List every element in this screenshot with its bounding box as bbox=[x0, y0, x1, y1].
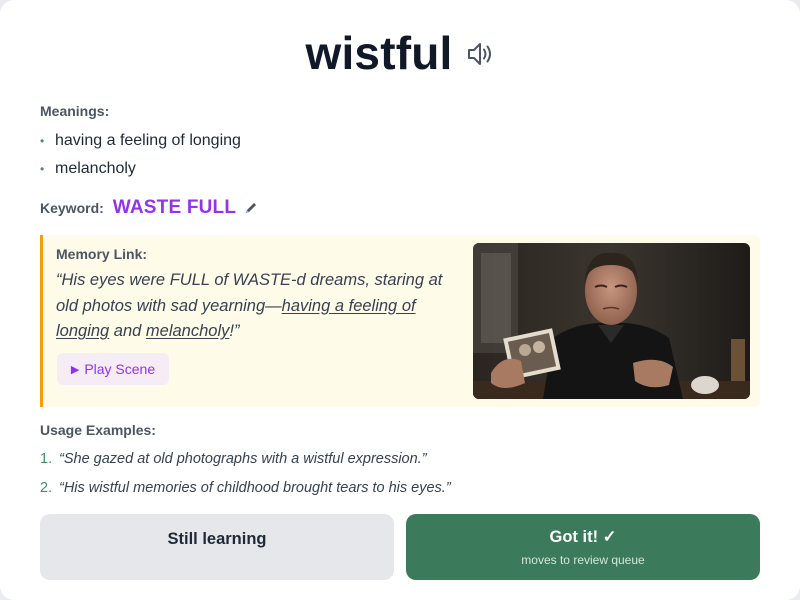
example-text: “She gazed at old photographs with a wis… bbox=[59, 451, 427, 467]
meanings-label: Meanings: bbox=[40, 103, 110, 119]
keyword-row: Keyword: WASTE FULL bbox=[40, 197, 258, 219]
memory-scene-image bbox=[473, 243, 750, 399]
keyword-value: WASTE FULL bbox=[112, 197, 237, 218]
got-it-button[interactable]: Got it! ✓ moves to review queue bbox=[406, 514, 760, 580]
pencil-icon[interactable] bbox=[244, 201, 258, 215]
memory-link-label: Memory Link: bbox=[56, 246, 148, 262]
got-it-sublabel: moves to review queue bbox=[521, 553, 645, 567]
list-item: 1. “She gazed at old photographs with a w… bbox=[40, 450, 451, 479]
list-item: 2. “His wistful memories of childhood bro… bbox=[40, 479, 451, 508]
play-scene-label: Play Scene bbox=[84, 361, 156, 377]
example-number: 2. bbox=[40, 480, 53, 496]
got-it-label: Got it! ✓ bbox=[549, 528, 617, 546]
meaning-text: having a feeling of longing bbox=[55, 132, 241, 149]
word-header: wistful bbox=[0, 26, 800, 80]
example-text: “His wistful memories of childhood broug… bbox=[59, 480, 451, 496]
meanings-list: • having a feeling of longing • melancho… bbox=[40, 130, 241, 186]
list-item: • melancholy bbox=[40, 158, 241, 186]
example-number: 1. bbox=[40, 451, 53, 467]
still-learning-button[interactable]: Still learning bbox=[40, 514, 394, 580]
speaker-icon[interactable] bbox=[465, 39, 495, 69]
list-item: • having a feeling of longing bbox=[40, 130, 241, 158]
meaning-text: melancholy bbox=[55, 160, 136, 177]
play-icon: ▶ bbox=[70, 363, 80, 376]
still-learning-label: Still learning bbox=[167, 529, 267, 548]
memory-link-panel: Memory Link: “His eyes were FULL of WAST… bbox=[40, 235, 760, 407]
memory-text-meaning: melancholy bbox=[145, 322, 230, 340]
bullet-icon: • bbox=[40, 162, 45, 176]
memory-text-part: and bbox=[109, 322, 146, 340]
bullet-icon: • bbox=[40, 134, 45, 148]
usage-examples-list: 1. “She gazed at old photographs with a w… bbox=[40, 450, 451, 508]
memory-link-text: “His eyes were FULL of WASTE-d dreams, s… bbox=[56, 268, 456, 345]
word-title: wistful bbox=[305, 27, 453, 79]
usage-examples-label: Usage Examples: bbox=[40, 422, 156, 438]
play-scene-button[interactable]: ▶ Play Scene bbox=[57, 353, 169, 385]
keyword-label: Keyword: bbox=[40, 200, 104, 216]
memory-text-part: !” bbox=[229, 322, 240, 340]
flashcard: wistful Meanings: • having a feeling of … bbox=[0, 0, 800, 600]
